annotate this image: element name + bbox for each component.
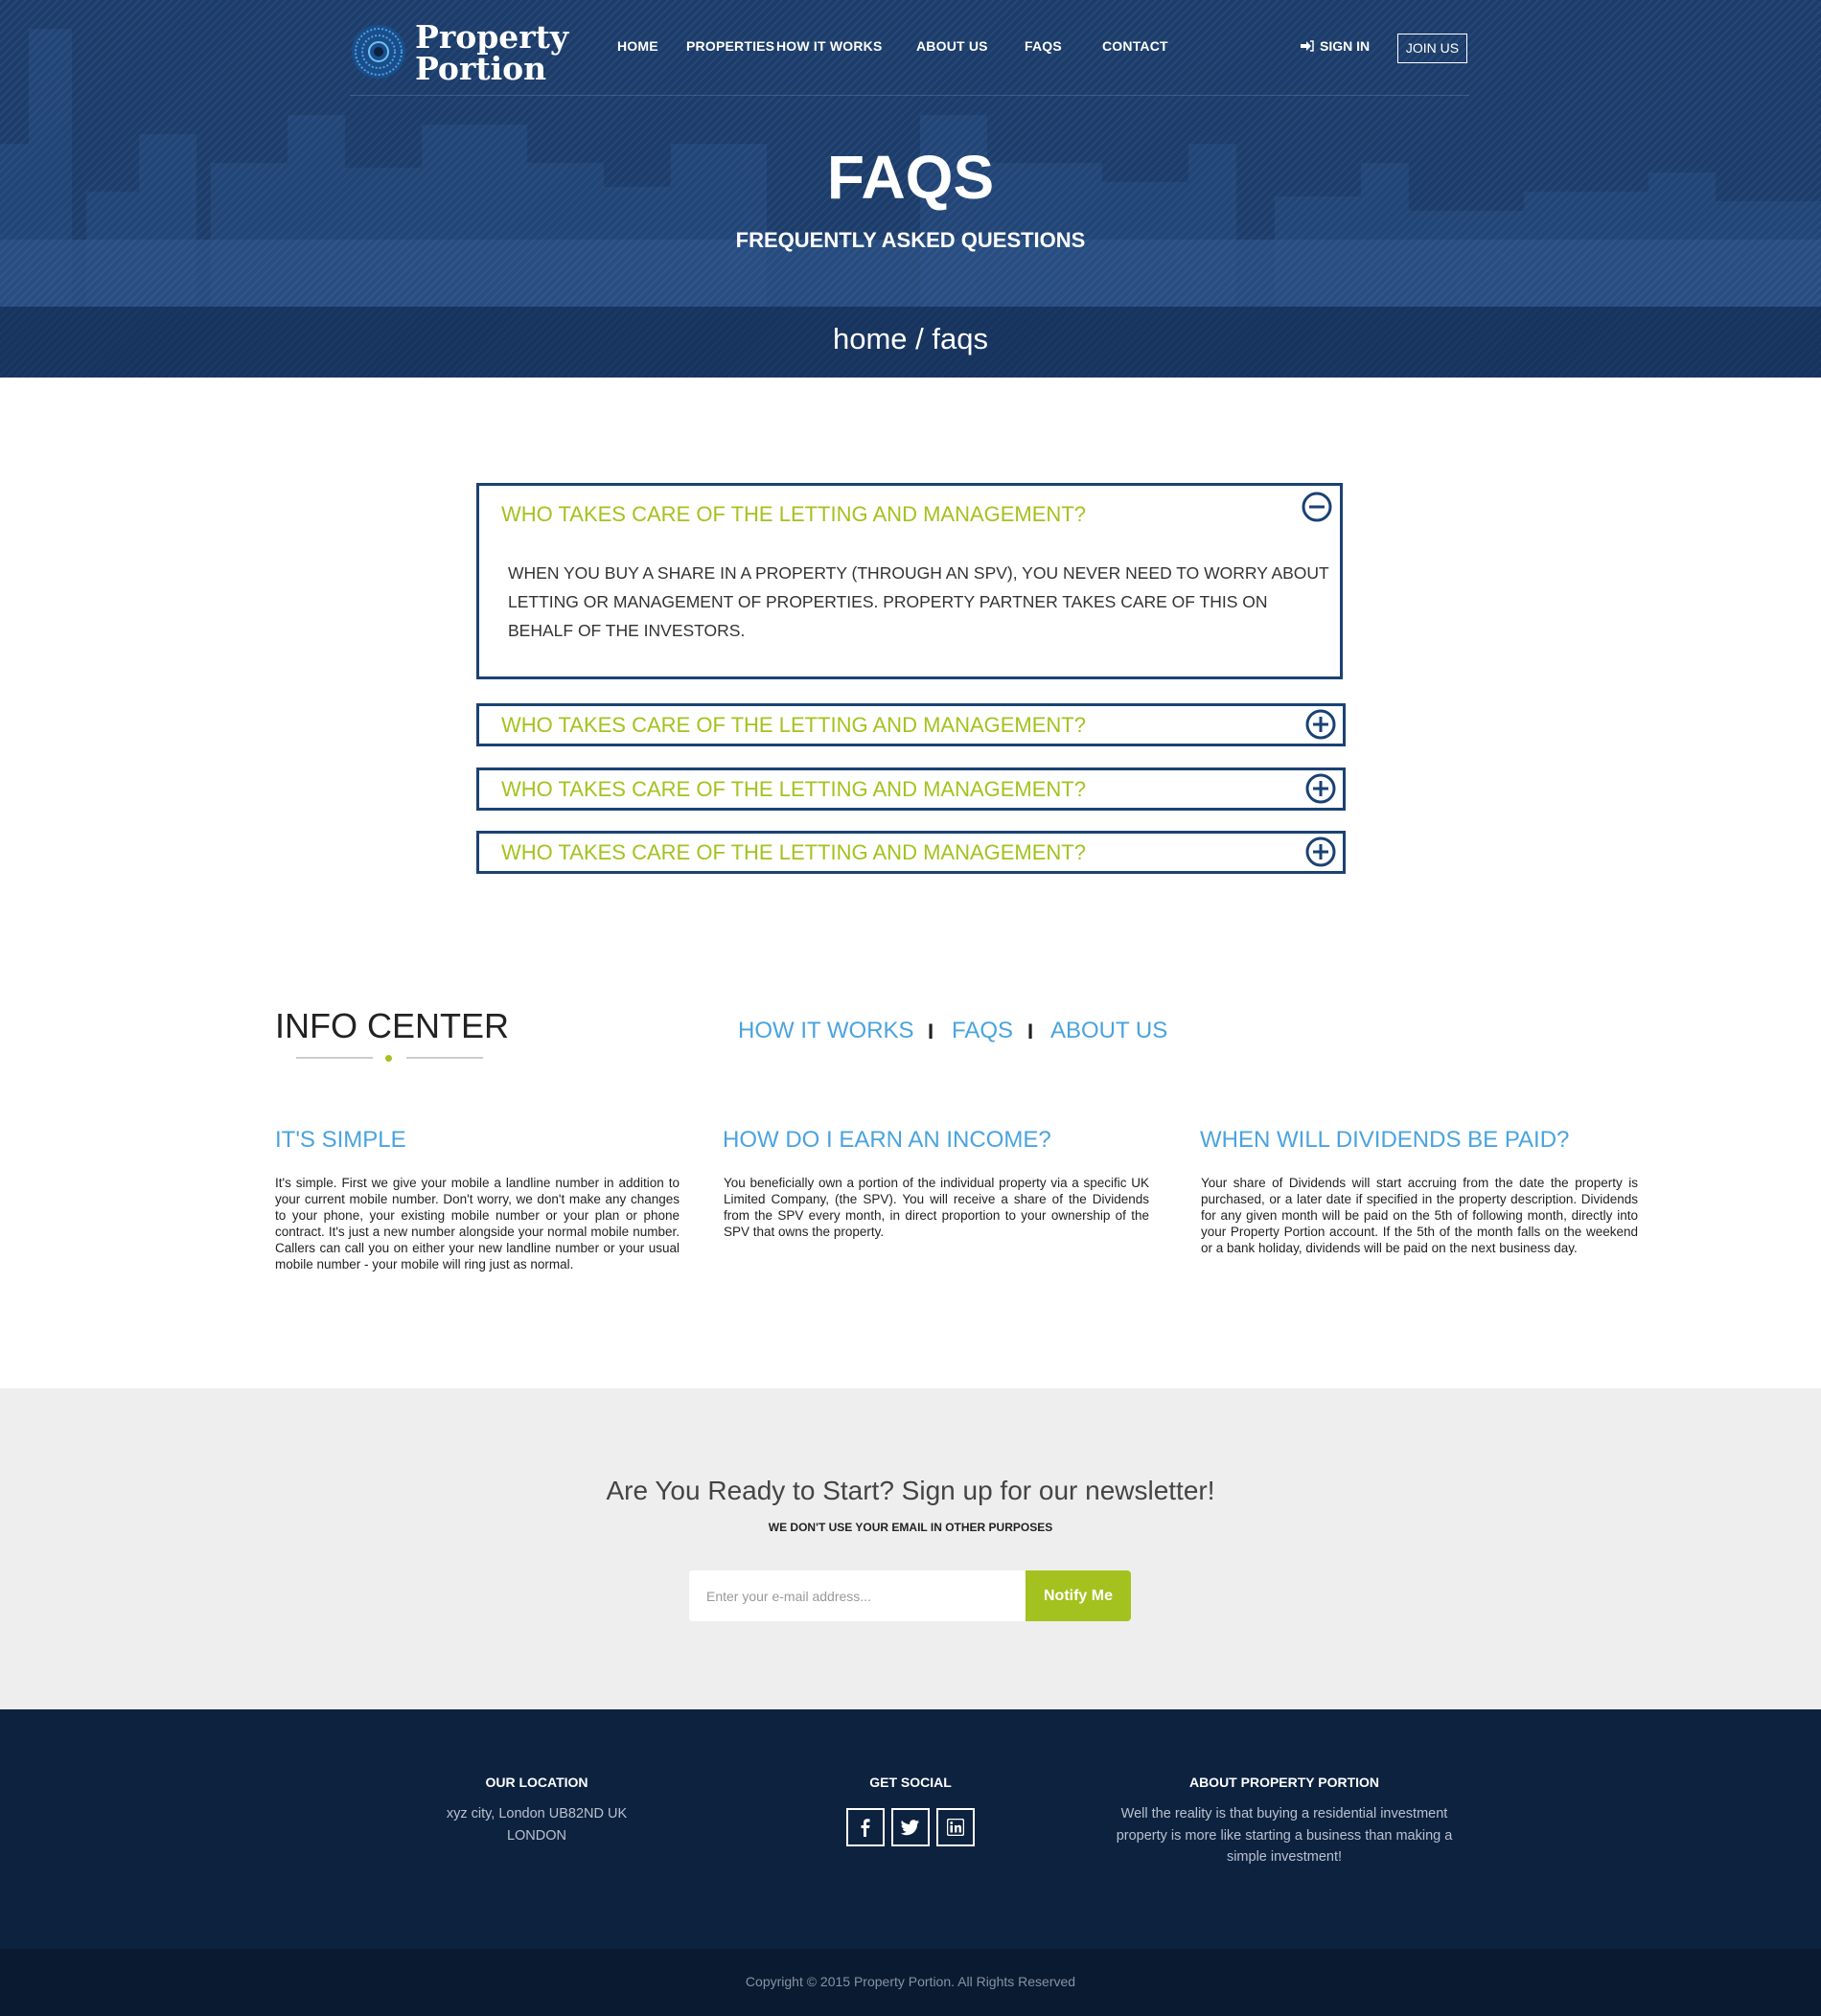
info-column-title: IT'S SIMPLE — [275, 1127, 406, 1153]
linkedin-button[interactable] — [936, 1808, 975, 1846]
footer-city-line: LONDON — [506, 1827, 567, 1844]
faq-item-collapsed[interactable]: WHO TAKES CARE OF THE LETTING AND MANAGE… — [476, 703, 1346, 746]
footer-location-title: OUR LOCATION — [485, 1775, 588, 1790]
faq-question[interactable]: WHO TAKES CARE OF THE LETTING AND MANAGE… — [501, 713, 1086, 738]
page-title: FAQS — [826, 143, 995, 212]
info-column-text: Your share of Dividends will start accru… — [1201, 1176, 1638, 1255]
logo[interactable]: Property Portion — [350, 21, 570, 88]
faq-question[interactable]: WHO TAKES CARE OF THE LETTING AND MANAGE… — [501, 840, 1086, 865]
email-input[interactable] — [689, 1570, 1026, 1621]
info-column-text: You beneficially own a portion of the in… — [724, 1176, 1149, 1239]
faq-item-expanded[interactable]: WHO TAKES CARE OF THE LETTING AND MANAGE… — [476, 483, 1343, 679]
sign-in-icon — [1301, 40, 1314, 52]
join-us-button[interactable]: JOIN US — [1397, 34, 1467, 63]
nav-how-it-works[interactable]: HOW IT WORKS — [776, 38, 883, 54]
nav-about-us[interactable]: ABOUT US — [916, 38, 988, 54]
title-divider-dot — [385, 1055, 392, 1062]
footer-about-text: Well the reality is that buying a reside… — [1116, 1806, 1453, 1865]
facebook-button[interactable] — [846, 1808, 885, 1846]
logo-line-1: Property — [415, 18, 569, 56]
info-column-title: HOW DO I EARN AN INCOME? — [723, 1127, 1051, 1153]
expand-plus-icon[interactable] — [1305, 836, 1336, 867]
breadcrumb[interactable]: home / faqs — [0, 322, 1821, 356]
faq-question[interactable]: WHO TAKES CARE OF THE LETTING AND MANAGE… — [501, 502, 1086, 527]
title-divider-right — [406, 1057, 483, 1059]
sign-in-link[interactable]: SIGN IN — [1301, 38, 1371, 54]
twitter-icon — [901, 1820, 919, 1836]
info-column-text: It's simple. First we give your mobile a… — [275, 1176, 680, 1271]
top-navigation: Property Portion HOME PROPERTIES HOW IT … — [350, 0, 1469, 96]
facebook-icon — [861, 1819, 870, 1837]
faq-item-collapsed[interactable]: WHO TAKES CARE OF THE LETTING AND MANAGE… — [476, 767, 1346, 811]
info-link-separator: I — [928, 1019, 934, 1043]
page-subtitle: FREQUENTLY ASKED QUESTIONS — [735, 228, 1086, 252]
notify-me-button[interactable]: Notify Me — [1026, 1570, 1131, 1621]
info-link-separator: I — [1027, 1019, 1034, 1043]
info-link-how-it-works[interactable]: HOW IT WORKS — [738, 1018, 914, 1044]
info-column-title: WHEN WILL DIVIDENDS BE PAID? — [1200, 1127, 1570, 1153]
footer-location-text: xyz city, London UB82ND UK LONDON — [393, 1803, 680, 1846]
footer-about-title: ABOUT PROPERTY PORTION — [1188, 1775, 1380, 1790]
nav-properties[interactable]: PROPERTIES — [686, 38, 774, 54]
newsletter-section — [0, 1388, 1821, 1709]
logo-sunburst-icon — [352, 25, 405, 79]
newsletter-title: Are You Ready to Start? Sign up for our … — [606, 1476, 1215, 1505]
sign-in-label: SIGN IN — [1320, 38, 1371, 54]
nav-contact[interactable]: CONTACT — [1102, 38, 1168, 54]
footer-social-title: GET SOCIAL — [869, 1775, 952, 1790]
faq-item-collapsed[interactable]: WHO TAKES CARE OF THE LETTING AND MANAGE… — [476, 831, 1346, 874]
nav-home[interactable]: HOME — [617, 38, 658, 54]
collapse-minus-icon[interactable] — [1302, 492, 1332, 522]
nav-faqs[interactable]: FAQS — [1025, 38, 1062, 54]
logo-line-2: Portion — [415, 50, 547, 87]
logo-text: Property Portion — [415, 21, 568, 84]
copyright-text: Copyright © 2015 Property Portion. All R… — [745, 1974, 1076, 1989]
expand-plus-icon[interactable] — [1305, 773, 1336, 804]
title-divider-left — [296, 1057, 373, 1059]
info-link-about-us[interactable]: ABOUT US — [1050, 1018, 1167, 1044]
faq-question[interactable]: WHO TAKES CARE OF THE LETTING AND MANAGE… — [501, 777, 1086, 802]
expand-plus-icon[interactable] — [1305, 709, 1336, 740]
twitter-button[interactable] — [891, 1808, 930, 1846]
footer-address-line: xyz city, London UB82ND UK — [446, 1806, 628, 1821]
info-link-faqs[interactable]: FAQS — [952, 1018, 1013, 1044]
newsletter-subtitle: WE DON'T USE YOUR EMAIL IN OTHER PURPOSE… — [768, 1521, 1053, 1534]
info-center-title: INFO CENTER — [275, 1006, 510, 1045]
faq-answer: WHEN YOU BUY A SHARE IN A PROPERTY (THRO… — [508, 563, 1329, 640]
linkedin-icon — [947, 1819, 964, 1836]
